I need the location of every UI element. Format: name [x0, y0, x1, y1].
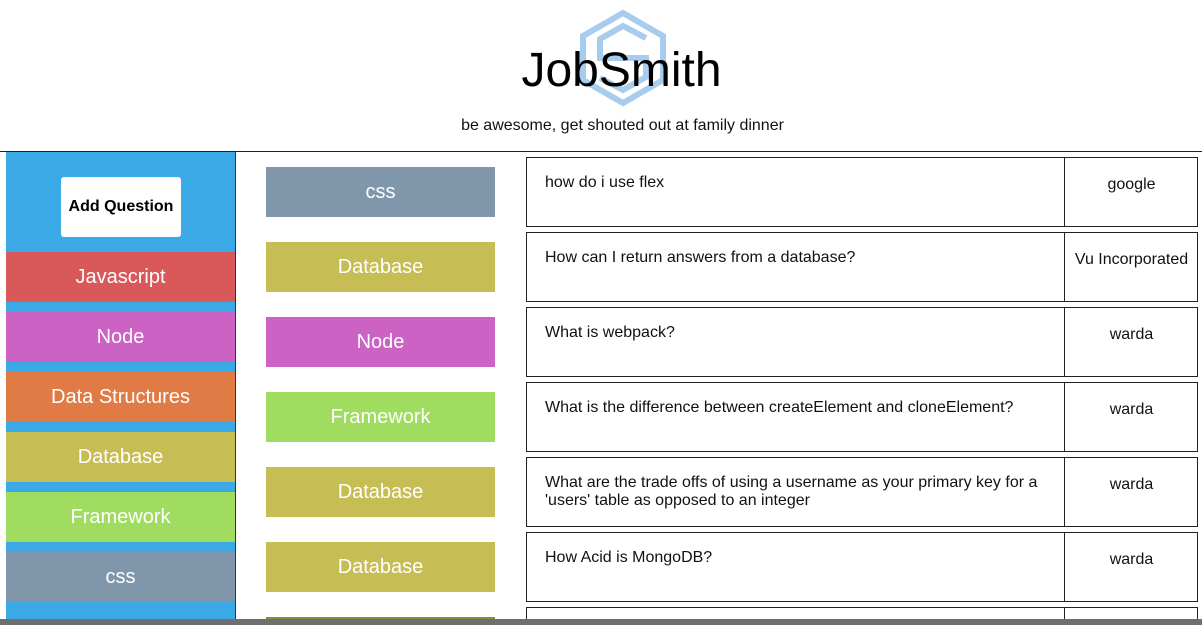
- sidebar-item-css[interactable]: css: [6, 552, 235, 602]
- question-author: google: [1064, 158, 1198, 226]
- question-author: warda: [1064, 533, 1198, 601]
- question-row[interactable]: What is webpack? warda: [526, 307, 1198, 377]
- question-tag[interactable]: Database: [266, 467, 495, 517]
- question-row[interactable]: What are the trade offs of using a usern…: [526, 457, 1198, 527]
- question-tag[interactable]: Database: [266, 242, 495, 292]
- sidebar-item-javascript[interactable]: Javascript: [6, 252, 235, 302]
- question-text: What is webpack?: [545, 324, 675, 341]
- app-title: JobSmith: [521, 44, 722, 97]
- sidebar-item-framework[interactable]: Framework: [6, 492, 235, 542]
- question-tag[interactable]: css: [266, 167, 495, 217]
- question-tag[interactable]: Node: [266, 317, 495, 367]
- question-author: warda: [1064, 308, 1198, 376]
- question-author: Vu Incorporated: [1064, 233, 1198, 301]
- question-row[interactable]: What is the difference between createEle…: [526, 382, 1198, 452]
- question-author: warda: [1064, 383, 1198, 451]
- question-tag[interactable]: Framework: [266, 392, 495, 442]
- sidebar-divider: [235, 152, 236, 625]
- sidebar: Add Question Javascript Node Data Struct…: [6, 152, 235, 625]
- app-subtitle: be awesome, get shouted out at family di…: [461, 117, 784, 134]
- add-question-button[interactable]: Add Question: [61, 177, 181, 237]
- question-text: How Acid is MongoDB?: [545, 549, 713, 566]
- question-text: What is the difference between createEle…: [545, 399, 1014, 416]
- sidebar-item-node[interactable]: Node: [6, 312, 235, 362]
- question-row[interactable]: How can I return answers from a database…: [526, 232, 1198, 302]
- horizontal-scrollbar[interactable]: [0, 619, 1202, 625]
- question-row[interactable]: How Acid is MongoDB? warda: [526, 532, 1198, 602]
- sidebar-item-data-structures[interactable]: Data Structures: [6, 372, 235, 422]
- question-text: How can I return answers from a database…: [545, 249, 856, 266]
- question-author: warda: [1064, 458, 1198, 526]
- question-row[interactable]: how do i use flex google: [526, 157, 1198, 227]
- sidebar-item-database[interactable]: Database: [6, 432, 235, 482]
- question-text: how do i use flex: [545, 174, 665, 191]
- question-tag[interactable]: Database: [266, 542, 495, 592]
- page-header: JobSmith be awesome, get shouted out at …: [0, 0, 1202, 151]
- question-text: What are the trade offs of using a usern…: [545, 474, 1038, 509]
